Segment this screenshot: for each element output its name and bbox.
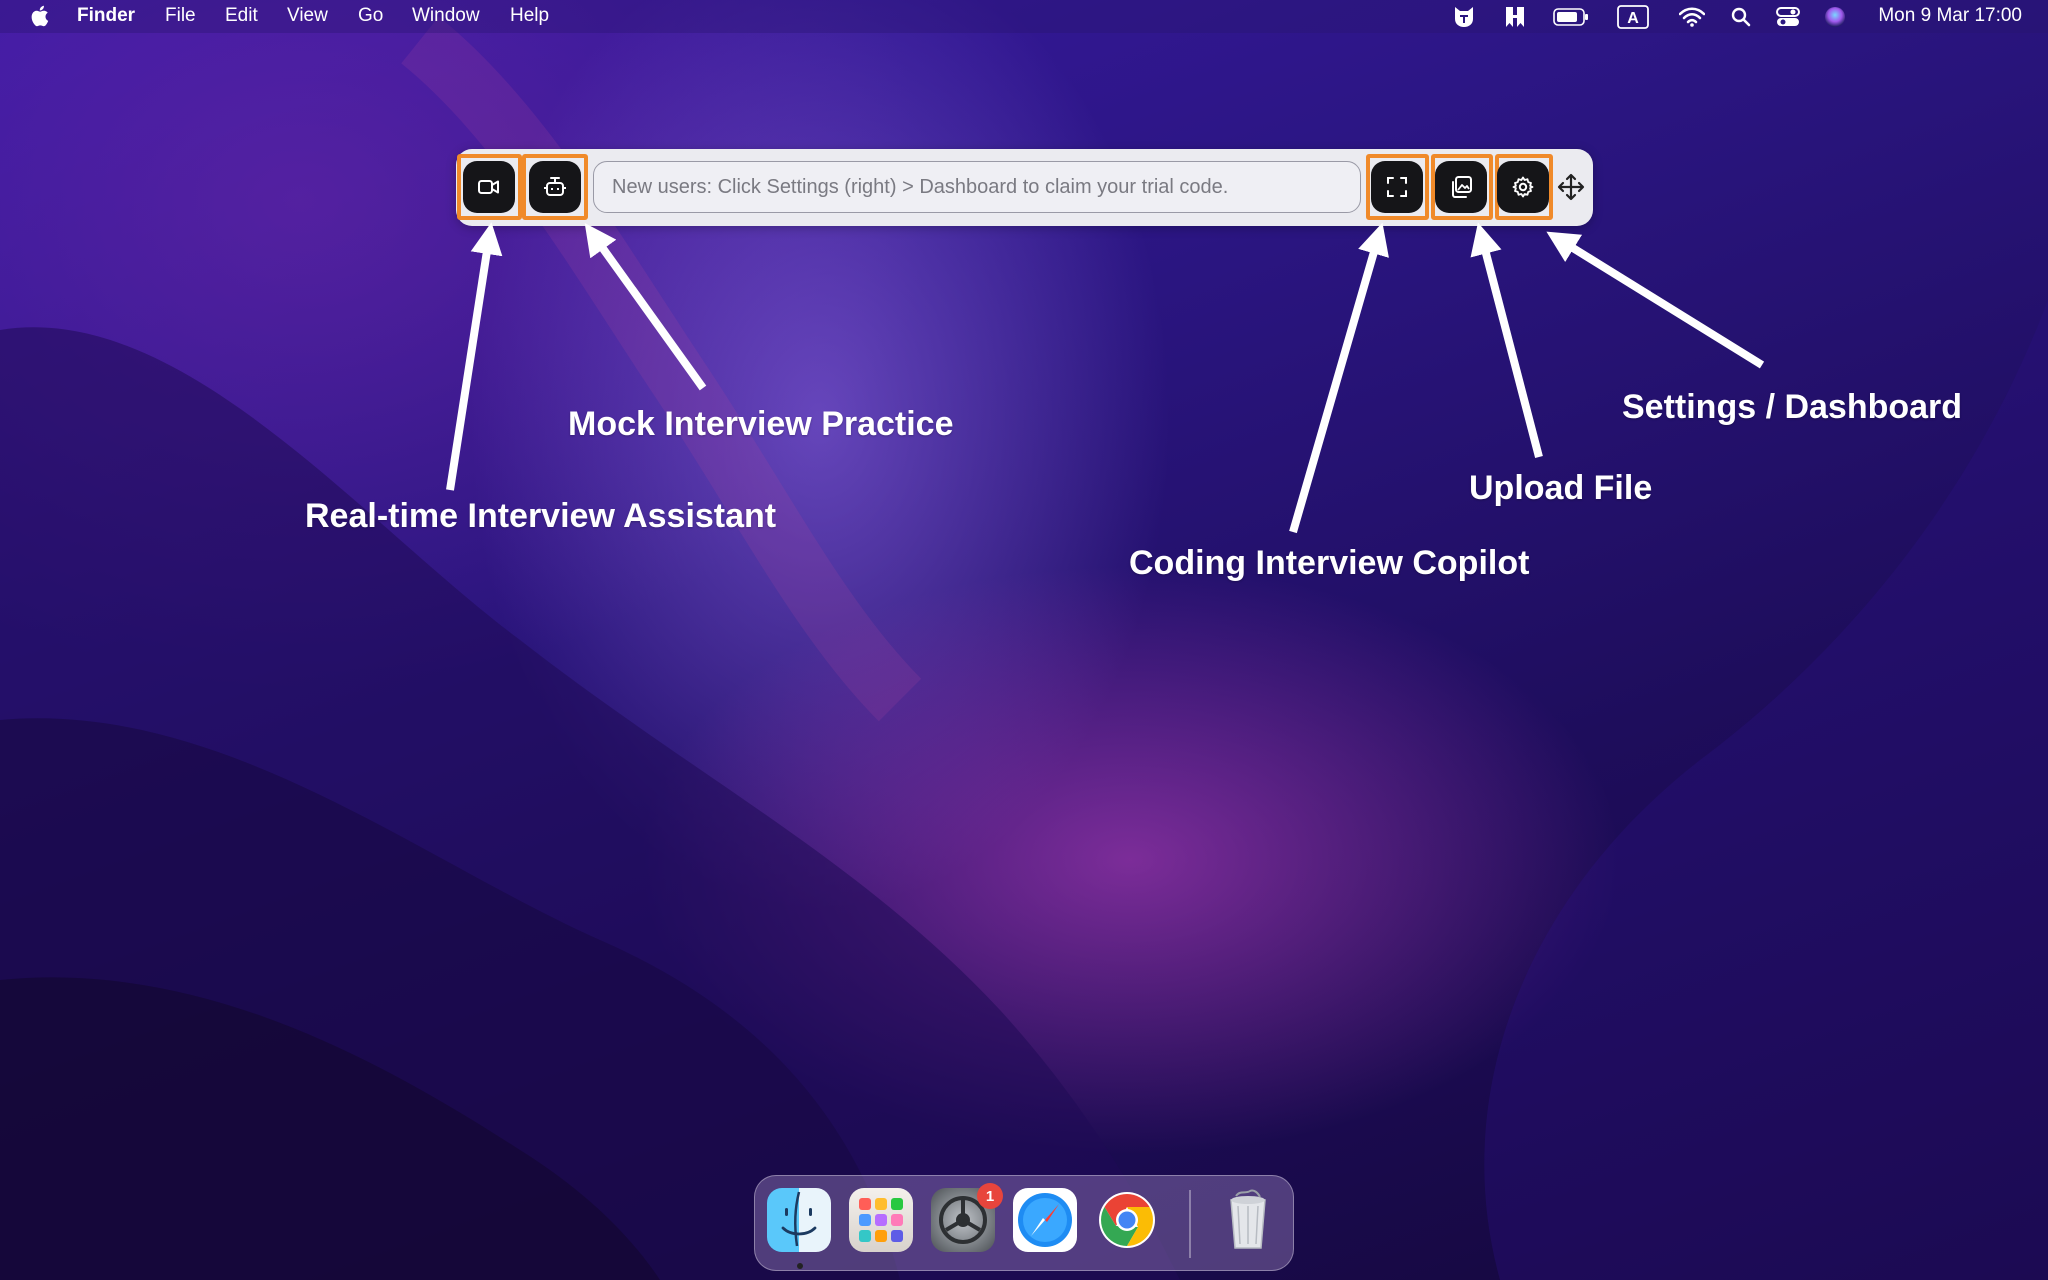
robot-icon — [544, 177, 566, 196]
svg-text:A: A — [1627, 10, 1639, 27]
gear-icon — [1512, 176, 1534, 198]
trash-icon — [1230, 1189, 1266, 1249]
mock-interview-button[interactable] — [529, 161, 581, 213]
floating-toolbar — [456, 149, 1593, 226]
realtime-assistant-button[interactable] — [463, 161, 515, 213]
video-camera-icon — [478, 180, 499, 194]
dock-finder[interactable] — [767, 1188, 831, 1252]
menu-window[interactable]: Window — [412, 5, 480, 27]
upload-image-icon — [1452, 176, 1472, 198]
bookmark-app-icon[interactable] — [1501, 4, 1529, 30]
dock-launchpad[interactable] — [849, 1188, 913, 1252]
settings-button[interactable] — [1497, 161, 1549, 213]
dock: 1 — [754, 1175, 1294, 1271]
dock-trash[interactable] — [1216, 1188, 1280, 1252]
apple-logo-icon[interactable] — [28, 4, 50, 28]
menu-go[interactable]: Go — [358, 5, 383, 27]
running-indicator — [797, 1263, 803, 1269]
battery-icon[interactable] — [1551, 4, 1591, 30]
menu-clock[interactable]: Mon 9 Mar 17:00 — [1878, 5, 2022, 27]
menu-help[interactable]: Help — [510, 5, 549, 27]
dock-chrome[interactable] — [1095, 1188, 1159, 1252]
launchpad-grid-icon — [859, 1198, 903, 1242]
control-center-icon[interactable] — [1774, 4, 1802, 30]
prompt-input[interactable] — [593, 161, 1361, 213]
label-mock-interview: Mock Interview Practice — [568, 405, 954, 443]
coding-copilot-button[interactable] — [1371, 161, 1423, 213]
siri-icon[interactable] — [1821, 4, 1849, 30]
wifi-icon[interactable] — [1677, 4, 1707, 30]
label-settings-dashboard: Settings / Dashboard — [1622, 388, 1963, 426]
screenshot-frame-icon — [1387, 177, 1407, 197]
menu-app-name[interactable]: Finder — [77, 5, 135, 27]
menu-bar: Finder File Edit View Go Window Help A M… — [0, 0, 2048, 33]
cat-face-icon[interactable] — [1450, 4, 1478, 30]
dock-separator — [1189, 1190, 1191, 1258]
upload-file-button[interactable] — [1435, 161, 1487, 213]
label-realtime-assistant: Real-time Interview Assistant — [305, 497, 777, 535]
menu-file[interactable]: File — [165, 5, 196, 27]
input-source-icon[interactable]: A — [1617, 4, 1649, 30]
chrome-icon — [1099, 1192, 1155, 1248]
label-upload-file: Upload File — [1469, 469, 1653, 507]
desktop-wallpaper: Finder File Edit View Go Window Help A M… — [0, 0, 2048, 1280]
menu-view[interactable]: View — [287, 5, 328, 27]
label-coding-copilot: Coding Interview Copilot — [1129, 544, 1530, 582]
dock-safari[interactable] — [1013, 1188, 1077, 1252]
safari-compass-icon — [1018, 1193, 1072, 1247]
move-arrows-icon[interactable] — [1556, 172, 1586, 202]
menu-edit[interactable]: Edit — [225, 5, 258, 27]
finder-icon — [781, 1191, 817, 1247]
notification-badge: 1 — [977, 1183, 1003, 1209]
spotlight-search-icon[interactable] — [1728, 4, 1754, 30]
